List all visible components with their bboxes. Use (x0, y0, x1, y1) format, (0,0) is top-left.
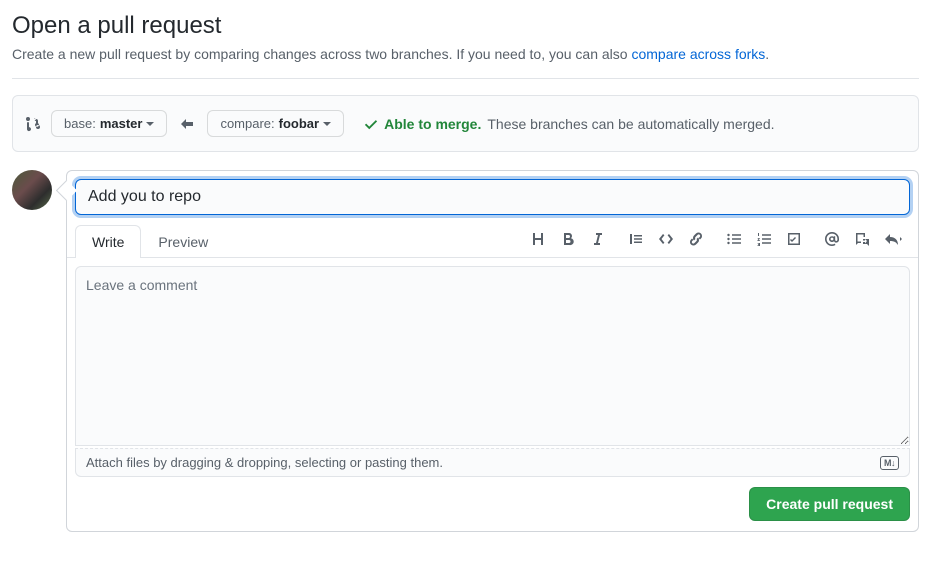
heading-icon[interactable] (530, 231, 546, 247)
attach-hint-text: Attach files by dragging & dropping, sel… (86, 455, 443, 470)
unordered-list-icon[interactable] (726, 231, 742, 247)
check-icon (364, 117, 378, 131)
quote-icon[interactable] (628, 231, 644, 247)
markdown-badge-icon[interactable]: M↓ (880, 456, 899, 470)
subtitle-text: Create a new pull request by comparing c… (12, 46, 631, 62)
git-compare-icon (25, 116, 41, 132)
compare-branch-selector[interactable]: compare: foobar (207, 110, 344, 137)
code-icon[interactable] (658, 231, 674, 247)
mention-icon[interactable] (824, 231, 840, 247)
pr-title-input[interactable] (75, 179, 910, 215)
link-icon[interactable] (688, 231, 704, 247)
markdown-toolbar (530, 231, 910, 251)
tab-write[interactable]: Write (75, 225, 141, 258)
page-subtitle: Create a new pull request by comparing c… (12, 46, 919, 62)
merge-status: Able to merge. These branches can be aut… (364, 116, 774, 132)
header-divider (12, 78, 919, 79)
attach-hint-bar[interactable]: Attach files by dragging & dropping, sel… (75, 448, 910, 477)
base-branch-name: master (100, 116, 143, 131)
avatar (12, 170, 52, 210)
caret-down-icon (323, 120, 331, 128)
tab-preview[interactable]: Preview (141, 225, 225, 258)
cross-reference-icon[interactable] (854, 231, 870, 247)
create-pull-request-button[interactable]: Create pull request (749, 487, 910, 521)
compare-forks-link[interactable]: compare across forks (631, 46, 765, 62)
page-title: Open a pull request (12, 12, 919, 40)
compare-label: compare: (220, 116, 274, 131)
subtitle-after: . (765, 46, 769, 62)
compare-branch-name: foobar (279, 116, 319, 131)
reply-icon[interactable] (884, 231, 904, 247)
italic-icon[interactable] (590, 231, 606, 247)
caret-down-icon (146, 120, 154, 128)
comment-textarea[interactable] (75, 266, 910, 446)
arrow-left-icon (177, 116, 197, 132)
range-editor: base: master compare: foobar Able to mer… (12, 95, 919, 152)
composer-actions: Create pull request (75, 487, 910, 527)
comment-composer: Write Preview (66, 170, 919, 532)
bold-icon[interactable] (560, 231, 576, 247)
merge-status-detail: These branches can be automatically merg… (487, 116, 774, 132)
composer-tabs-row: Write Preview (67, 225, 918, 258)
tasklist-icon[interactable] (786, 231, 802, 247)
ordered-list-icon[interactable] (756, 231, 772, 247)
merge-status-strong: Able to merge. (384, 116, 481, 132)
base-branch-selector[interactable]: base: master (51, 110, 167, 137)
base-label: base: (64, 116, 96, 131)
